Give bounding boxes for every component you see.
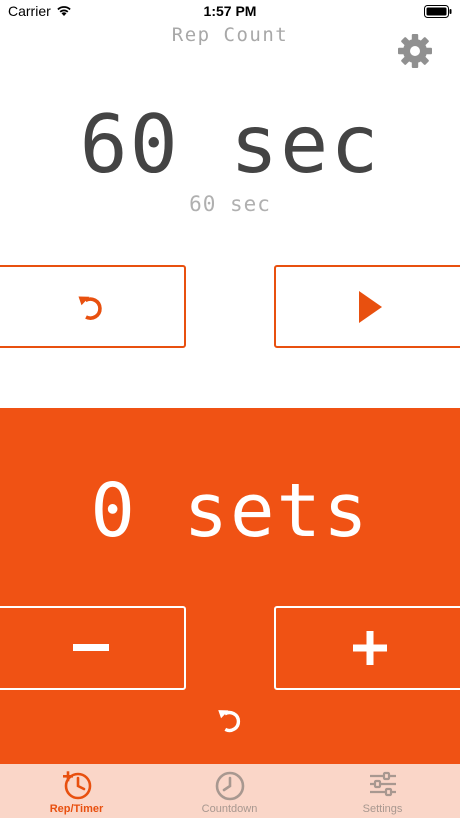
settings-button[interactable] — [396, 32, 434, 70]
reset-timer-button[interactable] — [0, 265, 186, 348]
timer-duration-label: 60 sec — [189, 192, 271, 216]
tab-settings[interactable]: Settings — [306, 764, 459, 818]
tab-settings-label: Settings — [362, 803, 403, 815]
tab-rep-timer-label: Rep/Timer — [49, 803, 104, 815]
undo-icon — [218, 710, 241, 733]
tab-countdown[interactable]: Countdown — [153, 764, 306, 818]
undo-icon — [78, 296, 102, 320]
plus-icon — [353, 631, 387, 665]
tab-rep-timer[interactable]: Rep/Timer — [0, 764, 153, 818]
screen-title: Rep Count — [171, 24, 289, 46]
sets-display: 0 sets — [90, 468, 370, 554]
play-icon — [359, 290, 382, 323]
tab-bar: Rep/Timer Countdown Settings — [0, 764, 460, 818]
status-bar: Carrier 1:57 PM — [0, 0, 460, 24]
minus-icon — [73, 644, 109, 651]
tab-countdown-label: Countdown — [201, 803, 258, 815]
countdown-icon — [215, 771, 244, 801]
sliders-icon — [369, 771, 396, 797]
start-timer-button[interactable] — [274, 265, 460, 348]
gear-icon — [398, 34, 432, 68]
increment-sets-button[interactable] — [274, 606, 460, 690]
battery-icon — [424, 5, 452, 18]
timer-display: 60 sec — [79, 98, 381, 191]
reset-sets-button[interactable] — [212, 702, 248, 738]
rep-timer-icon — [62, 771, 91, 800]
decrement-sets-button[interactable] — [0, 606, 186, 690]
status-time: 1:57 PM — [203, 3, 257, 19]
